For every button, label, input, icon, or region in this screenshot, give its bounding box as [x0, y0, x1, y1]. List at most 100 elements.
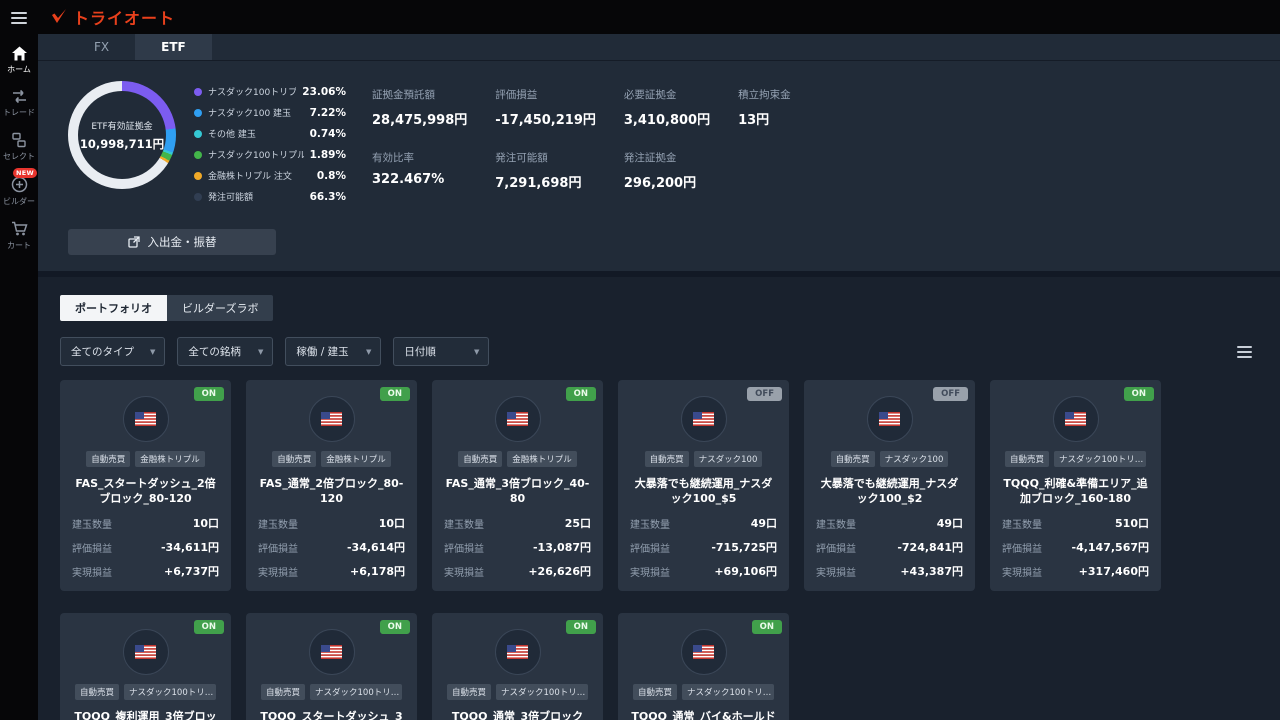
status-badge: OFF	[747, 387, 782, 401]
stat-value: 7,291,698円	[495, 176, 582, 191]
qty-label: 建玉数量	[816, 519, 856, 531]
realized-pnl-label: 実現損益	[444, 567, 484, 579]
sidebar-item-select[interactable]: セレクト	[0, 125, 38, 169]
donut-center: ETF有効証拠金 10,998,711円	[78, 91, 166, 179]
strategy-tag: 自動売買	[644, 451, 689, 467]
app-logo[interactable]: トライオート	[50, 5, 175, 29]
tag-row: 自動売買 金融株トリプル	[258, 451, 405, 467]
realized-pnl-value: +317,460円	[1078, 565, 1149, 578]
strategy-card[interactable]: ON 自動売買ナスダック100トリ… TQQQ_スタートダッシュ_3倍ブロック_…	[246, 613, 417, 720]
legend-percent: 1.89%	[309, 148, 346, 161]
strategy-card[interactable]: OFF 自動売買 ナスダック100 大暴落でも継続運用_ナスダック100_$2 建…	[804, 380, 975, 591]
qty-label: 建玉数量	[444, 519, 484, 531]
strategy-card[interactable]: ON 自動売買 金融株トリプル FAS_通常_2倍ブロック_80-120 建玉数量…	[246, 380, 417, 591]
strategy-title: FAS_スタートダッシュ_2倍ブロック_80-120	[75, 477, 216, 506]
content-area: FX ETF ETF有効証拠金 10,998,711円 ナスダック100トリプル…	[38, 34, 1280, 720]
stat-value: 322.467%	[372, 172, 445, 187]
new-badge: NEW	[13, 168, 37, 178]
strategy-card[interactable]: ON 自動売買 金融株トリプル FAS_スタートダッシュ_2倍ブロック_80-12…	[60, 380, 231, 591]
strategy-title: TQQQ_利確&準備エリア_追加ブロック_160-180	[1003, 477, 1148, 506]
stat-cell: 有効比率 322.467%	[372, 150, 467, 191]
chevron-down-icon: ▼	[366, 347, 372, 356]
status-badge: ON	[193, 620, 224, 634]
filter-dropdown[interactable]: 稼働 / 建玉 ▼	[285, 337, 382, 366]
realized-pnl-label: 実現損益	[72, 567, 112, 579]
strategy-card[interactable]: ON 自動売買 金融株トリプル FAS_通常_3倍ブロック_40-80 建玉数量 2…	[432, 380, 603, 591]
filter-dropdown[interactable]: 日付順 ▼	[393, 337, 490, 366]
strategy-title: TQQQ_通常_3倍ブロック_40-80	[451, 710, 584, 720]
tab-builders-lab[interactable]: ビルダーズラボ	[167, 295, 274, 321]
legend-color-dot	[194, 129, 202, 138]
qty-value: 25口	[564, 517, 591, 530]
strategy-card[interactable]: ON 自動売買ナスダック100トリ… TQQQ_通常_3倍ブロック_40-80 …	[432, 613, 603, 720]
filter-dropdown[interactable]: 全てのタイプ ▼	[60, 337, 166, 366]
sidebar-item-cart[interactable]: カート	[0, 214, 38, 258]
strategy-card[interactable]: ON 自動売買 ナスダック100トリ… TQQQ_利確&準備エリア_追加ブロック_…	[990, 380, 1161, 591]
eval-pnl-value: -34,614円	[346, 541, 405, 554]
us-flag-icon	[1065, 412, 1086, 426]
tab-etf[interactable]: ETF	[135, 34, 212, 60]
legend-item: 発注可能額 66.3%	[194, 190, 346, 203]
account-stats: 証拠金預託額 28,475,998円 評価損益 -17,450,219円 必要証…	[372, 87, 824, 211]
eval-pnl-value: -34,611円	[160, 541, 219, 554]
sidebar-item-label: トレード	[3, 108, 35, 117]
logo-mark-icon	[52, 9, 66, 23]
filter-bar: 全てのタイプ ▼ 全ての銘柄 ▼ 稼働 / 建玉 ▼ 日付順 ▼	[60, 337, 1252, 366]
strategy-tag: 金融株トリプル	[135, 451, 205, 467]
logo-text: トライオート	[73, 9, 176, 28]
home-icon	[11, 46, 27, 61]
legend-label: ナスダック100トリプル 建玉	[208, 88, 297, 98]
legend-color-dot	[194, 192, 202, 201]
strategy-tag: 自動売買	[86, 451, 131, 467]
tab-fx[interactable]: FX	[68, 34, 135, 60]
legend-item: ナスダック100トリプル 注文 1.89%	[194, 148, 346, 161]
strategy-tag: ナスダック100トリ…	[310, 684, 402, 700]
tag-row: 自動売買 ナスダック100トリ…	[258, 684, 405, 700]
sidebar-item-label: カート	[7, 241, 31, 250]
legend-percent: 66.3%	[309, 190, 346, 203]
stat-label: 発注証拠金	[623, 152, 677, 164]
donut-legend: ナスダック100トリプル 建玉 23.06% ナスダック100 建玉 7.22%…	[194, 85, 346, 211]
sidebar-item-home[interactable]: ホーム	[0, 39, 38, 82]
instrument-avatar	[308, 629, 355, 675]
us-flag-icon	[879, 412, 900, 426]
strategy-card[interactable]: ON 自動売買ナスダック100トリ… TQQQ_複利運用_3倍ブロック_40-8…	[60, 613, 231, 720]
strategy-tag: 自動売買	[632, 684, 677, 700]
eval-pnl-value: -4,147,567円	[1071, 541, 1150, 554]
legend-item: 金融株トリプル 注文 0.8%	[194, 169, 346, 182]
list-view-icon[interactable]	[1237, 345, 1252, 358]
legend-item: ナスダック100 建玉 7.22%	[194, 106, 346, 119]
eval-pnl-value: -724,841円	[897, 541, 963, 554]
strategy-tag: ナスダック100トリ…	[1054, 451, 1146, 467]
sidebar-item-builder[interactable]: NEW ビルダー	[0, 168, 38, 214]
chevron-down-icon: ▼	[474, 347, 480, 356]
realized-pnl-value: +6,737円	[163, 565, 219, 578]
legend-percent: 0.74%	[309, 127, 346, 140]
donut-center-value: 10,998,711円	[79, 136, 165, 151]
portfolio-tabs: ポートフォリオ ビルダーズラボ	[60, 295, 1280, 321]
stat-cell: 発注証拠金 296,200円	[624, 150, 710, 191]
strategy-card[interactable]: OFF 自動売買 ナスダック100 大暴落でも継続運用_ナスダック100_$5 建…	[618, 380, 789, 591]
status-badge: OFF	[933, 387, 968, 401]
realized-pnl-value: +69,106円	[714, 565, 777, 578]
strategy-card[interactable]: ON 自動売買ナスダック100トリ… TQQQ_通常_バイ&ホールド_0-40 …	[618, 613, 789, 720]
external-link-icon	[127, 236, 140, 248]
stat-value: 28,475,998円	[372, 113, 468, 128]
filter-dropdown[interactable]: 全ての銘柄 ▼	[177, 337, 274, 366]
stat-cell: 必要証拠金 3,410,800円	[624, 87, 710, 128]
realized-pnl-label: 実現損益	[1002, 567, 1042, 579]
legend-color-dot	[194, 171, 202, 180]
qty-label: 建玉数量	[1002, 519, 1042, 531]
eval-pnl-label: 評価損益	[258, 543, 298, 555]
menu-icon[interactable]	[11, 9, 27, 27]
tab-portfolio[interactable]: ポートフォリオ	[60, 295, 167, 321]
account-summary-panel: FX ETF ETF有効証拠金 10,998,711円 ナスダック100トリプル…	[38, 34, 1280, 277]
cart-icon	[11, 221, 28, 236]
deposit-withdraw-button[interactable]: 入出金・振替	[68, 229, 276, 255]
sidebar-item-trade[interactable]: トレード	[0, 82, 38, 125]
deposit-withdraw-label: 入出金・振替	[147, 235, 217, 249]
qty-value: 49口	[936, 517, 963, 530]
instrument-avatar	[122, 629, 169, 675]
realized-pnl-label: 実現損益	[258, 567, 298, 579]
instrument-avatar	[494, 629, 541, 675]
